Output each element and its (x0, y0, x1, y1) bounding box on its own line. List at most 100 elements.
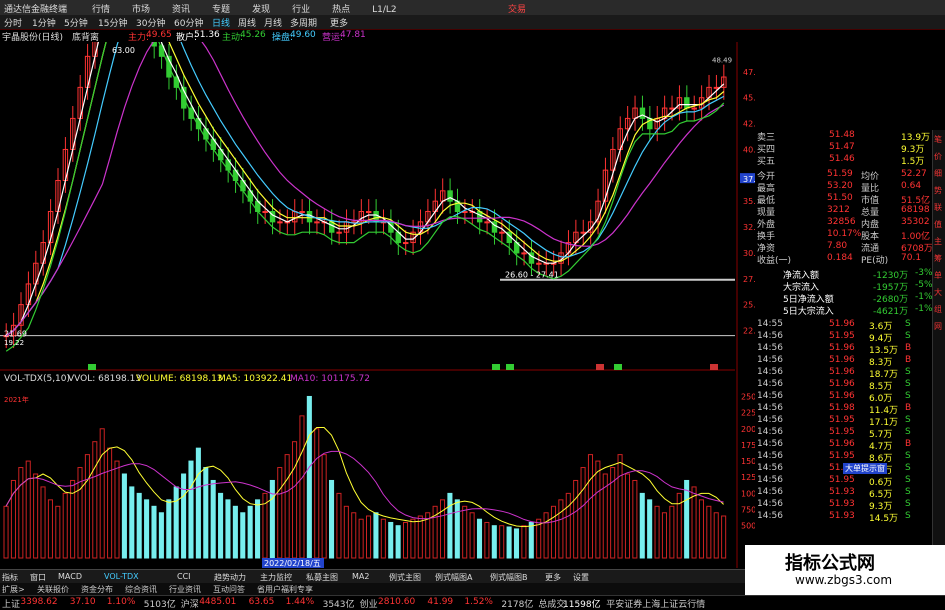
volume-bar (669, 505, 675, 559)
menu-item[interactable]: 专题 (212, 5, 230, 15)
side-tab[interactable]: 主 (934, 236, 942, 247)
stat-row: 换手 10.17% 股本 1.00亿 (755, 229, 935, 242)
volume-bar (573, 479, 579, 559)
volume-bar (713, 512, 719, 559)
volume-bar (343, 505, 349, 559)
signal-marker (492, 364, 500, 370)
period-tab[interactable]: 30分钟 (136, 16, 165, 29)
large-order-popup[interactable]: 大单提示窗 (843, 463, 887, 474)
indicator-tab[interactable]: 设置 (573, 572, 589, 583)
side-tab[interactable]: 网 (934, 321, 942, 332)
indicator-tab[interactable]: 指标 (2, 572, 18, 583)
flow-row: 大宗流入 -1957万 -5% (755, 280, 935, 293)
candle-body (684, 97, 690, 109)
bottom-link[interactable]: 互动问答 (213, 584, 245, 595)
menu-item[interactable]: 市场 (132, 5, 150, 15)
indicator-tab[interactable]: 例式幅图A (435, 572, 472, 583)
bottom-link[interactable]: 省用户福利专享 (257, 584, 313, 595)
indicator-tab[interactable]: 趋势动力 (214, 572, 246, 583)
volume-bar (84, 454, 90, 559)
period-tab[interactable]: 5分钟 (64, 16, 88, 29)
price-axis-label: 35.00 (743, 197, 755, 206)
menu-item[interactable]: L1/L2 (372, 5, 397, 15)
tick-row-cell: 51.95 (829, 475, 855, 485)
indicator-tab[interactable]: 窗口 (30, 572, 46, 583)
stat-row-cell: 收益(一) (757, 256, 792, 266)
period-tab[interactable]: 分时 (4, 16, 22, 29)
indicator-tab[interactable]: CCI (177, 572, 191, 581)
menu-item[interactable]: 发现 (252, 5, 270, 15)
volume-bar (314, 428, 320, 559)
indicator-tab[interactable]: 更多 (545, 572, 561, 583)
tick-row-cell: 51.93 (829, 511, 855, 521)
side-tab[interactable]: 筹 (934, 253, 942, 264)
side-tab[interactable]: 值 (934, 219, 942, 230)
volume-ma-line (5, 427, 724, 528)
candle-body (336, 231, 342, 234)
side-tab[interactable]: 单 (934, 270, 942, 281)
candle-body (366, 211, 372, 214)
side-tab[interactable]: 大 (934, 287, 942, 298)
indicator-tab[interactable]: VOL-TDX (104, 572, 139, 581)
tick-row-cell: 14:56 (757, 511, 783, 521)
volume-bar (329, 479, 335, 559)
side-tab[interactable]: 联 (934, 202, 942, 213)
period-tab[interactable]: 更多 (330, 16, 348, 29)
stat-row: 今开 51.59 均价 52.27 (755, 169, 935, 182)
indicator-tab[interactable]: 私募主图 (306, 572, 338, 583)
volume-bar (47, 499, 53, 559)
indicator-tab[interactable]: MA2 (352, 572, 369, 581)
tick-row-cell: 14:56 (757, 487, 783, 497)
indicator-tab[interactable]: MACD (58, 572, 82, 581)
volume-bar (617, 454, 623, 559)
period-tab[interactable]: 60分钟 (174, 16, 203, 29)
period-tab-active[interactable]: 日线 (212, 16, 230, 29)
volume-bar (402, 521, 409, 559)
side-tab[interactable]: 组 (934, 304, 942, 315)
volume-chart[interactable]: 25000 22500 20000 17500 15000 12500 10000 7500 5… (0, 372, 755, 568)
period-tab[interactable]: 周线 (238, 16, 256, 29)
bottom-link[interactable]: 关联报价 (37, 584, 69, 595)
menu-item[interactable]: 资讯 (172, 5, 190, 15)
moving-average-line (5, 42, 725, 337)
bottom-link[interactable]: 行业资讯 (169, 584, 201, 595)
bottom-link[interactable]: 资金分布 (81, 584, 113, 595)
stat-row-cell: 52.27 (901, 169, 927, 179)
menu-item[interactable]: 行业 (292, 5, 310, 15)
indicator-tab[interactable]: 例式主图 (389, 572, 421, 583)
period-tab[interactable]: 15分钟 (98, 16, 127, 29)
volume-bar (99, 428, 105, 559)
watermark: 指标公式网 www.zbgs3.com (745, 545, 945, 595)
side-tab[interactable]: 势 (934, 185, 942, 196)
side-tab[interactable]: 细 (934, 168, 942, 179)
quote-row-cell: 51.48 (829, 130, 855, 140)
side-tab[interactable]: 笔 (934, 134, 942, 145)
menu-item[interactable]: 热点 (332, 5, 350, 15)
side-tab[interactable]: 价 (934, 151, 942, 162)
sanhu-value: 51.36 (194, 30, 220, 40)
stat-row: 现量 3212 总量 68198 (755, 205, 935, 218)
indicator-tab[interactable]: 主力监控 (260, 572, 292, 583)
volume-bar (499, 525, 505, 559)
candlestick-chart[interactable]: 47.50 45.00 42.50 40.00 37.13 35.00 32.50 30.00… (0, 42, 755, 372)
quote-row: 买四 51.47 9.3万 (755, 142, 935, 155)
period-tab[interactable]: 月线 (264, 16, 282, 29)
quote-row-cell: 51.46 (829, 154, 855, 164)
volume-bar (277, 467, 283, 559)
period-tab[interactable]: 1分钟 (32, 16, 56, 29)
candle-body (669, 107, 675, 110)
bottom-link[interactable]: 扩展> (2, 584, 25, 595)
trade-button[interactable]: 交易 (508, 2, 526, 15)
volume-bar (550, 505, 557, 559)
bottom-link[interactable]: 综合资讯 (125, 584, 157, 595)
signal-marker (596, 364, 604, 370)
volume-bar (151, 505, 157, 559)
menu-item[interactable]: 行情 (92, 5, 110, 15)
period-tab[interactable]: 多周期 (290, 16, 317, 29)
low-annotation: 26.60 - 27.41 (505, 271, 559, 280)
tick-row-cell: S (905, 331, 911, 341)
volume-bar (380, 518, 386, 559)
indicator-tab[interactable]: 例式幅图B (490, 572, 528, 583)
tick-row-cell: 51.93 (829, 487, 855, 497)
volume-bar (40, 486, 46, 559)
